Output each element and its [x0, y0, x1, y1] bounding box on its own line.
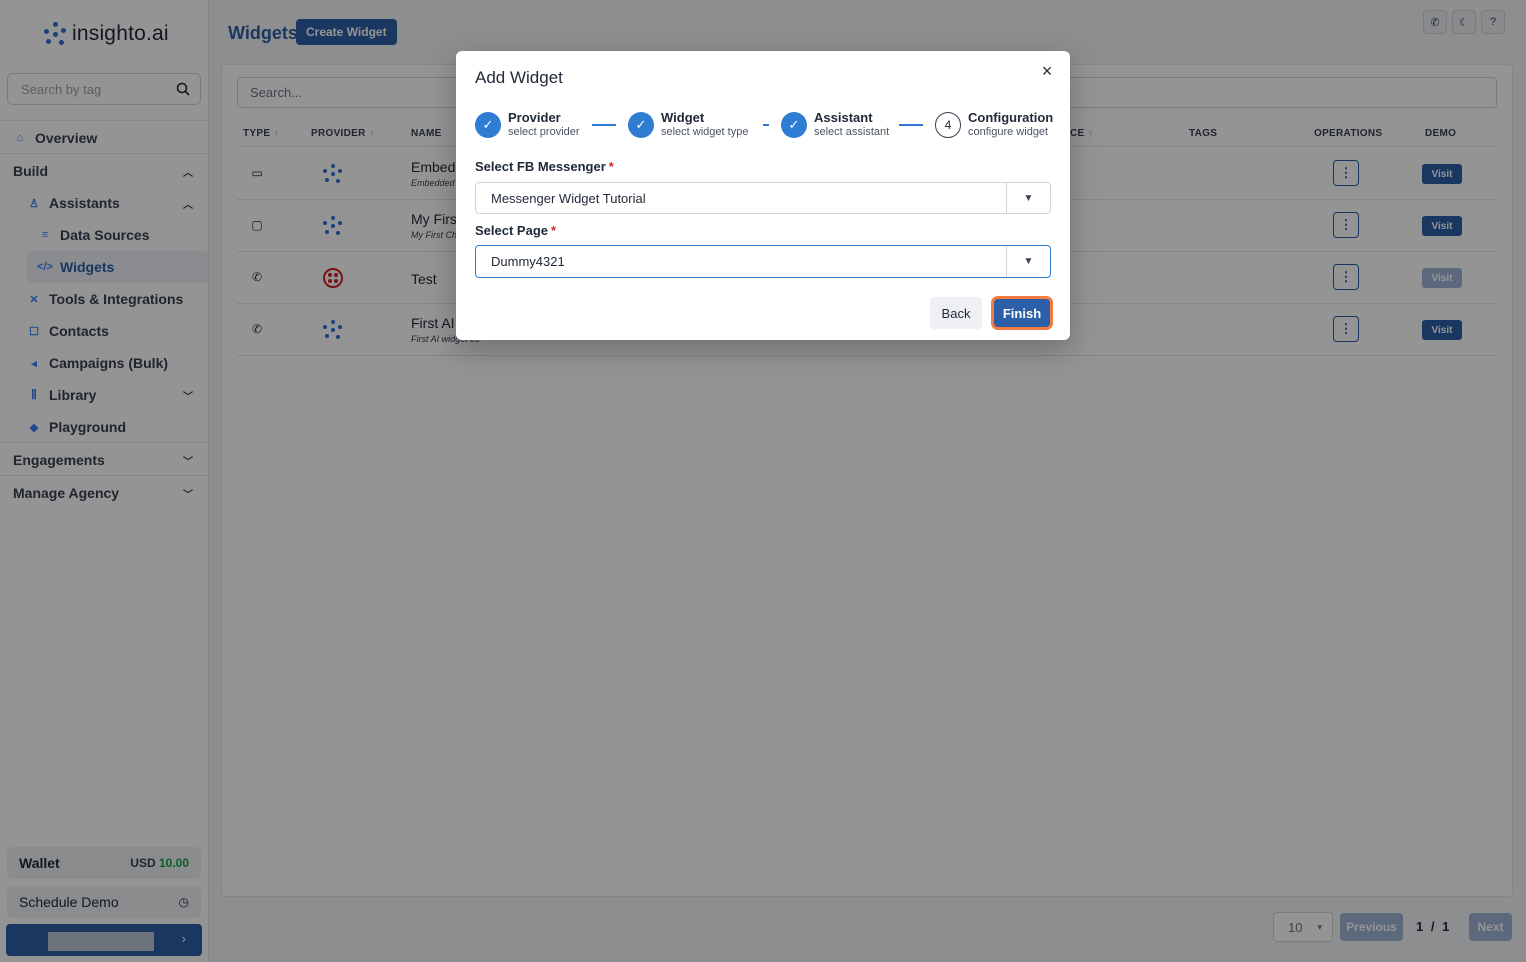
step-connector	[763, 124, 769, 126]
finish-button[interactable]: Finish	[991, 296, 1053, 330]
step-label: Configuration	[968, 110, 1054, 125]
chevron-down-icon[interactable]: ▼	[1006, 246, 1050, 277]
field-label-text: Select FB Messenger	[475, 159, 606, 174]
modal-title: Add Widget	[475, 68, 563, 87]
fb-messenger-select[interactable]: Messenger Widget Tutorial ▼	[475, 182, 1051, 214]
step-label: Provider	[508, 110, 561, 125]
page-value: Dummy4321	[491, 254, 565, 269]
step-sublabel: select widget type	[661, 126, 749, 138]
page-select[interactable]: Dummy4321 ▼	[475, 245, 1051, 278]
step-sublabel: select assistant	[814, 126, 890, 138]
fb-messenger-label: Select FB Messenger *	[475, 159, 614, 174]
close-icon[interactable]: ×	[1038, 62, 1056, 80]
back-button[interactable]: Back	[930, 297, 982, 329]
add-widget-modal: Add Widget × ✓ Provider select provider ✓…	[456, 51, 1070, 340]
step-sublabel: configure widget	[968, 126, 1049, 138]
step-sublabel: select provider	[508, 126, 580, 138]
required-marker: *	[551, 223, 557, 238]
fb-messenger-value: Messenger Widget Tutorial	[491, 190, 646, 206]
step-assistant: ✓ Assistant select assistant	[781, 110, 889, 140]
chevron-down-icon[interactable]: ▼	[1006, 183, 1050, 213]
step-label: Widget	[661, 110, 705, 125]
required-marker: *	[608, 159, 614, 174]
step-connector	[592, 124, 616, 126]
step-connector	[899, 124, 923, 126]
check-icon: ✓	[781, 112, 807, 138]
step-configuration: 4 Configuration configure widget	[935, 110, 1053, 140]
step-widget: ✓ Widget select widget type	[628, 110, 748, 140]
check-icon: ✓	[628, 112, 654, 138]
step-number: 4	[935, 112, 961, 138]
page-label: Select Page *	[475, 223, 556, 238]
field-label-text: Select Page	[475, 223, 548, 238]
check-icon: ✓	[475, 112, 501, 138]
step-provider: ✓ Provider select provider	[475, 110, 580, 140]
step-label: Assistant	[814, 110, 873, 125]
